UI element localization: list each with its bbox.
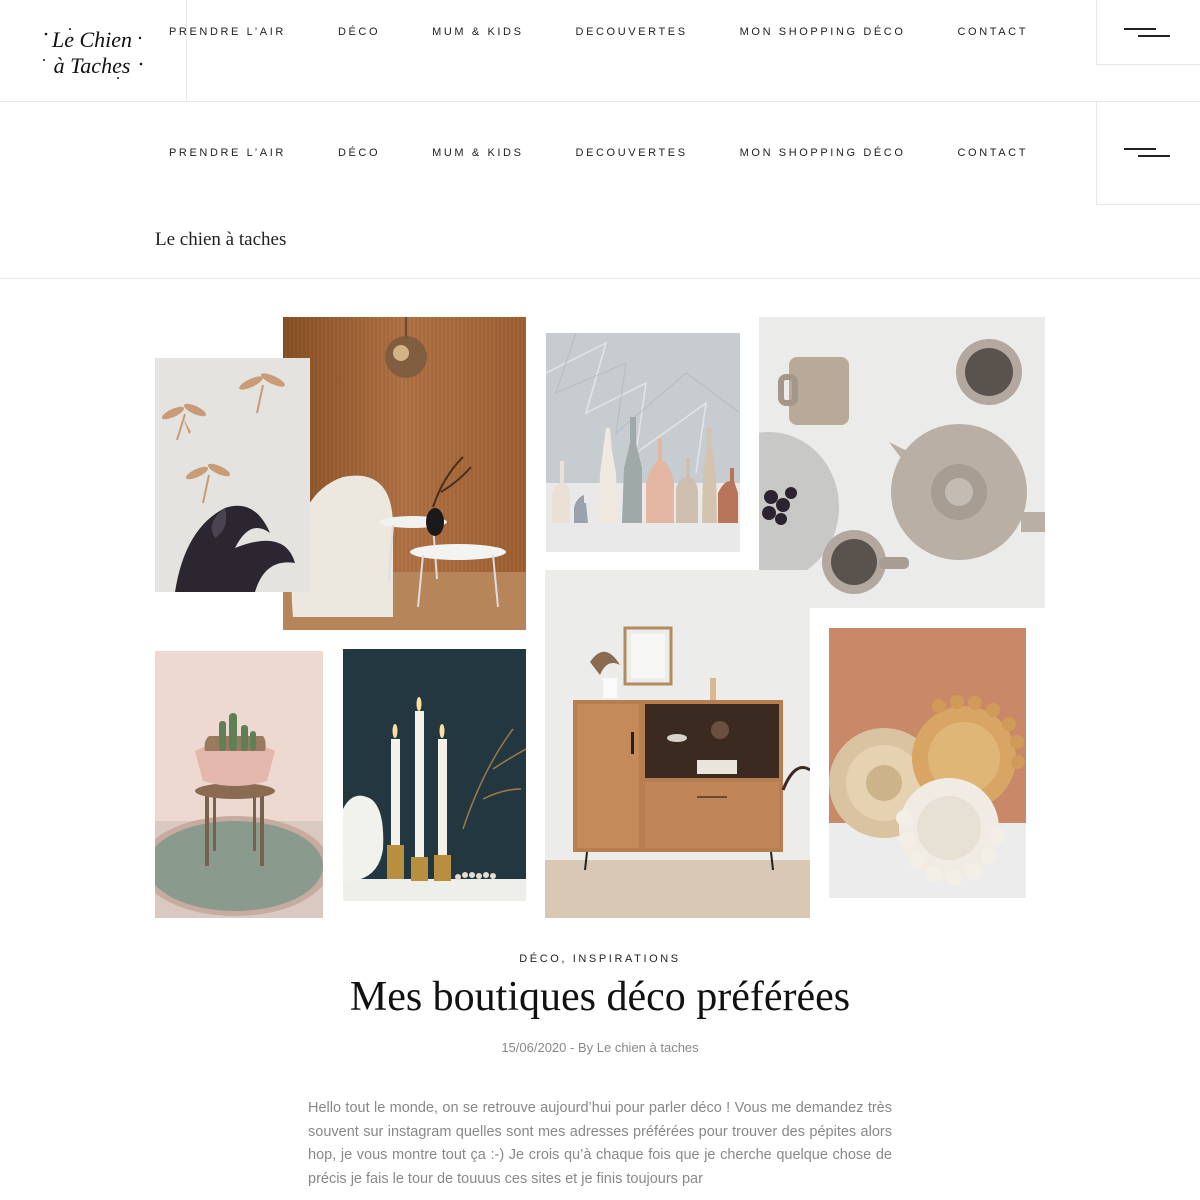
photo-pompom-cushions bbox=[829, 628, 1026, 898]
photo-dragonflies-wall bbox=[155, 358, 310, 592]
photo-wood-living-room bbox=[283, 317, 526, 630]
photo-chair-cactus bbox=[155, 651, 323, 918]
post-excerpt: Hello tout le monde, on se retrouve aujo… bbox=[308, 1100, 892, 1187]
photo-ceramic-tableware bbox=[759, 317, 1045, 608]
category-separator: , bbox=[561, 953, 573, 965]
post-title[interactable]: Mes boutiques déco préférées bbox=[0, 973, 1200, 1021]
category-link-deco[interactable]: DÉCO bbox=[519, 953, 561, 965]
post-by-label: - By bbox=[566, 1040, 597, 1055]
photo-wooden-sideboard bbox=[545, 570, 810, 918]
photo-candles bbox=[343, 649, 526, 901]
photo-ceramic-bottles bbox=[546, 333, 740, 552]
post-categories: DÉCO, INSPIRATIONS bbox=[0, 953, 1200, 965]
post-meta: 15/06/2020 - By Le chien à taches bbox=[0, 1040, 1200, 1055]
category-link-inspirations[interactable]: INSPIRATIONS bbox=[573, 953, 681, 965]
post-date: 15/06/2020 bbox=[501, 1040, 567, 1055]
post-author-link[interactable]: Le chien à taches bbox=[597, 1040, 699, 1055]
